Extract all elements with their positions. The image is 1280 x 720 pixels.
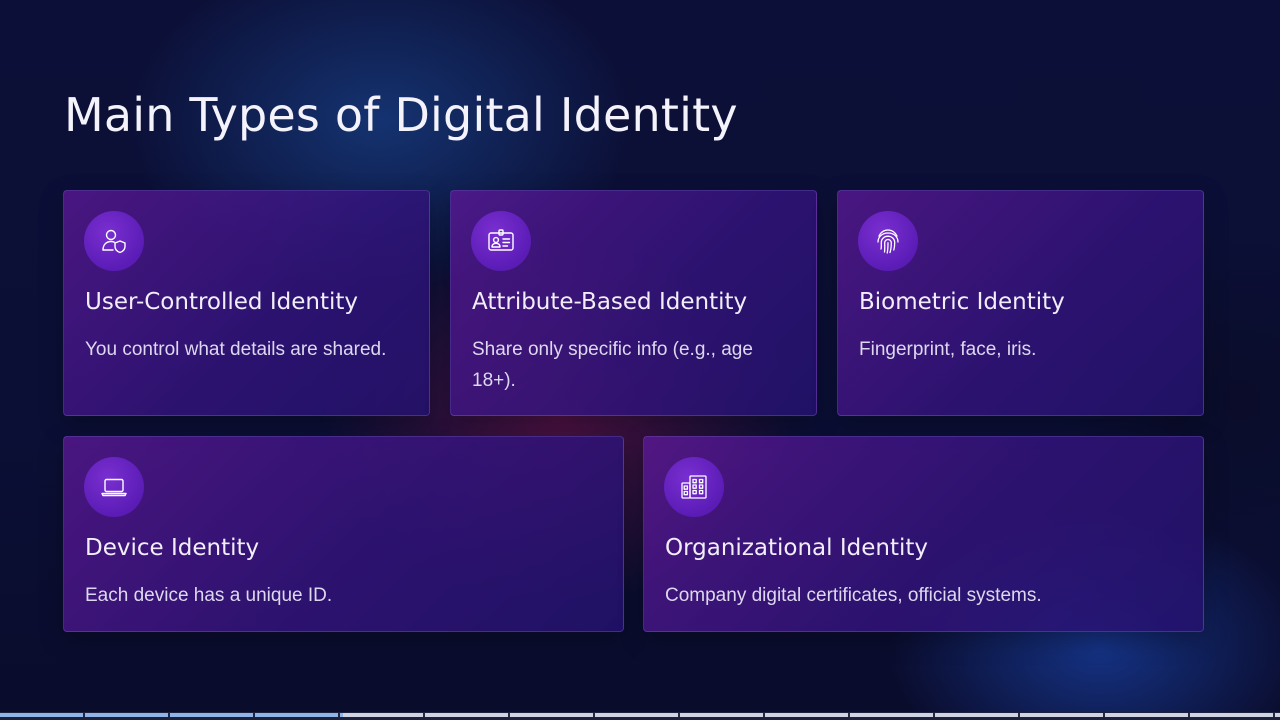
building-icon	[681, 475, 707, 499]
card-organizational-identity: Organizational Identity Company digital …	[643, 436, 1204, 632]
card-user-controlled-identity: User-Controlled Identity You control wha…	[63, 190, 430, 416]
card-biometric-identity: Biometric Identity Fingerprint, face, ir…	[837, 190, 1204, 416]
card-title: Organizational Identity	[665, 535, 928, 561]
laptop-icon	[101, 478, 127, 497]
card-title: Biometric Identity	[859, 289, 1065, 315]
icon-badge	[471, 211, 531, 271]
page-title: Main Types of Digital Identity	[64, 88, 738, 142]
icon-badge	[858, 211, 918, 271]
card-description: Share only specific info (e.g., age 18+)…	[472, 339, 753, 391]
card-description: Fingerprint, face, iris.	[859, 339, 1037, 360]
progress-chapter-markers	[0, 713, 1280, 717]
card-title: User-Controlled Identity	[85, 289, 358, 315]
card-description: Company digital certificates, official s…	[665, 585, 1042, 606]
card-description: You control what details are shared.	[85, 339, 387, 360]
fingerprint-icon	[877, 229, 899, 254]
card-description: Each device has a unique ID.	[85, 585, 333, 606]
card-title: Device Identity	[85, 535, 260, 561]
icon-badge	[664, 457, 724, 517]
user-shield-icon	[102, 229, 126, 254]
video-progress-bar[interactable]	[0, 712, 1280, 720]
id-badge-icon	[488, 229, 514, 251]
icon-badge	[84, 211, 144, 271]
icon-badge	[84, 457, 144, 517]
card-title: Attribute-Based Identity	[472, 289, 748, 315]
card-device-identity: Device Identity Each device has a unique…	[63, 436, 624, 632]
card-attribute-based-identity: Attribute-Based Identity Share only spec…	[450, 190, 817, 416]
